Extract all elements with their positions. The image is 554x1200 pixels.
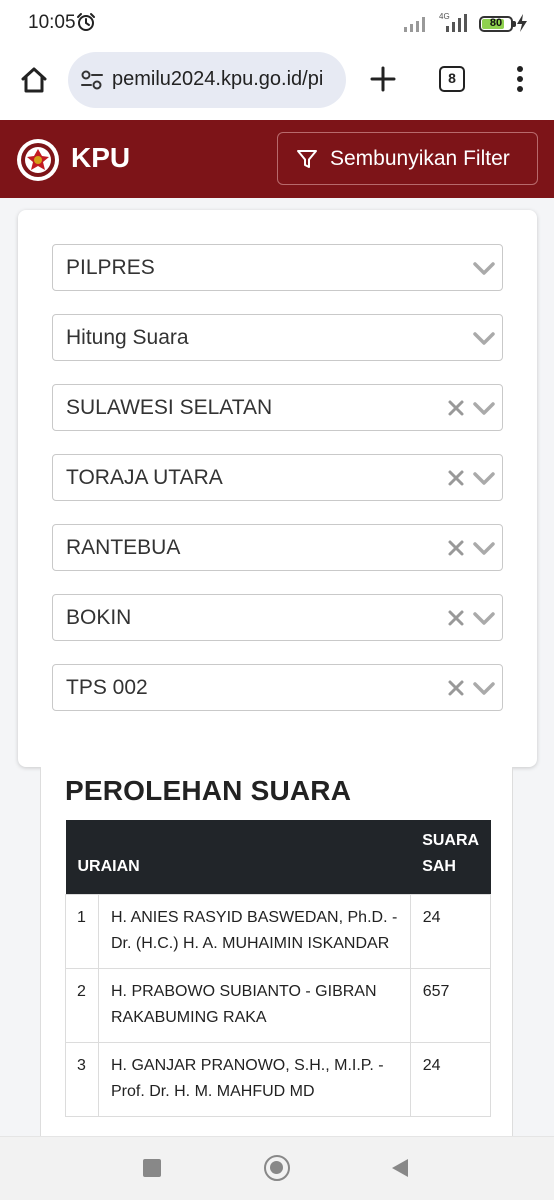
province-select[interactable]: SULAWESI SELATAN [52, 384, 503, 431]
candidate-name: H. ANIES RASYID BASWEDAN, Ph.D. - Dr. (H… [98, 893, 411, 969]
table-row: 1 H. ANIES RASYID BASWEDAN, Ph.D. - Dr. … [65, 893, 492, 969]
select-value: BOKIN [66, 606, 132, 629]
clear-icon[interactable] [446, 398, 466, 418]
kpu-logo[interactable] [16, 138, 60, 182]
system-navigation-bar [0, 1136, 554, 1200]
clear-icon[interactable] [446, 468, 466, 488]
vote-count: 24 [409, 1041, 492, 1117]
brand-title[interactable]: KPU [71, 142, 130, 174]
tabs-button[interactable]: 8 [439, 66, 465, 92]
site-settings-icon[interactable] [80, 69, 104, 91]
table-row: 2 H. PRABOWO SUBIANTO - GIBRAN RAKABUMIN… [65, 967, 492, 1043]
chevron-down-icon[interactable] [472, 467, 496, 489]
select-value: PILPRES [66, 256, 155, 279]
hide-filter-label: Sembunyikan Filter [330, 146, 510, 170]
chevron-down-icon[interactable] [472, 677, 496, 699]
vote-count: 657 [409, 967, 492, 1043]
browser-toolbar: pemilu2024.kpu.go.id/pi 8 [0, 46, 554, 120]
row-number: 3 [65, 1041, 99, 1117]
more-vertical-icon[interactable] [510, 62, 530, 96]
clear-icon[interactable] [446, 678, 466, 698]
chevron-down-icon[interactable] [472, 397, 496, 419]
battery-level: 80 [489, 17, 503, 29]
polling-station-select[interactable]: TPS 002 [52, 664, 503, 711]
battery-icon: 80 [479, 16, 513, 32]
home-button[interactable] [16, 62, 52, 98]
plus-icon[interactable] [366, 62, 400, 96]
filter-panel: PILPRES Hitung Suara SULAWESI SELATAN TO… [18, 210, 537, 767]
column-header-description: URAIAN [65, 820, 411, 894]
chevron-down-icon[interactable] [472, 327, 496, 349]
row-number: 2 [65, 967, 99, 1043]
home-circle-icon[interactable] [264, 1155, 290, 1181]
recents-icon[interactable] [143, 1159, 161, 1177]
district-select[interactable]: RANTEBUA [52, 524, 503, 571]
address-bar[interactable]: pemilu2024.kpu.go.id/pi [68, 52, 346, 108]
filter-icon [297, 149, 317, 168]
select-value: Hitung Suara [66, 326, 189, 349]
candidate-name: H. GANJAR PRANOWO, S.H., M.I.P. - Prof. … [98, 1041, 411, 1117]
select-value: TPS 002 [66, 676, 148, 699]
row-number: 1 [65, 893, 99, 969]
election-type-select[interactable]: PILPRES [52, 244, 503, 291]
village-select[interactable]: BOKIN [52, 594, 503, 641]
site-header: KPU Sembunyikan Filter [0, 120, 554, 198]
regency-select[interactable]: TORAJA UTARA [52, 454, 503, 501]
results-title: PEROLEHAN SUARA [65, 775, 352, 806]
url-text: pemilu2024.kpu.go.id/pi [112, 68, 324, 90]
select-value: RANTEBUA [66, 536, 181, 559]
status-bar: 10:05 4G 80 [0, 0, 554, 46]
signal-icon [404, 17, 425, 32]
table-row: 3 H. GANJAR PRANOWO, S.H., M.I.P. - Prof… [65, 1041, 492, 1117]
chevron-down-icon[interactable] [472, 537, 496, 559]
clear-icon[interactable] [446, 608, 466, 628]
chevron-down-icon[interactable] [472, 607, 496, 629]
select-value: SULAWESI SELATAN [66, 396, 273, 419]
lightning-bolt-icon [517, 14, 527, 32]
data-type-select[interactable]: Hitung Suara [52, 314, 503, 361]
alarm-clock-icon [77, 13, 95, 31]
table-header-row: URAIAN SUARA SAH [65, 820, 491, 894]
hide-filter-button[interactable]: Sembunyikan Filter [277, 132, 538, 185]
tab-count: 8 [448, 70, 456, 86]
vote-count: 24 [409, 893, 492, 969]
back-icon[interactable] [390, 1157, 410, 1179]
clear-icon[interactable] [446, 538, 466, 558]
home-icon [21, 67, 47, 93]
select-value: TORAJA UTARA [66, 466, 223, 489]
status-time: 10:05 [28, 12, 76, 33]
signal-icon-secondary [446, 14, 467, 32]
results-panel: PEROLEHAN SUARA URAIAN SUARA SAH 1 H. AN… [40, 767, 513, 1147]
chevron-down-icon[interactable] [472, 257, 496, 279]
candidate-name: H. PRABOWO SUBIANTO - GIBRAN RAKABUMING … [98, 967, 411, 1043]
results-table: URAIAN SUARA SAH 1 H. ANIES RASYID BASWE… [65, 820, 492, 1117]
column-header-votes: SUARA SAH [410, 820, 491, 894]
